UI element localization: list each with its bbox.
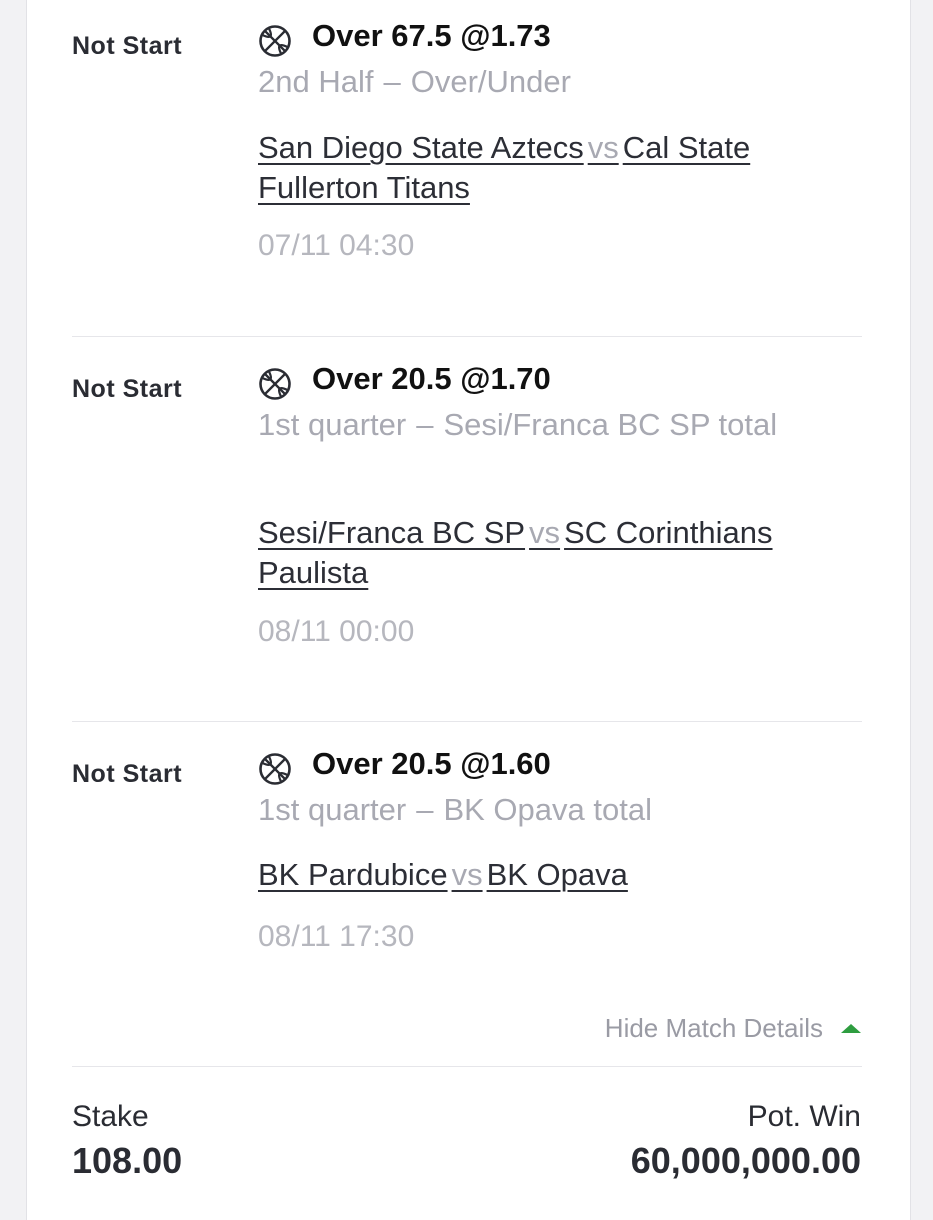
home-team-link[interactable]: Sesi/Franca BC SP	[258, 515, 525, 550]
pot-win-value: 60,000,000.00	[630, 1140, 861, 1181]
match-teams[interactable]: Sesi/Franca BC SP vs SC Corinthians Paulis…	[258, 513, 858, 593]
market-separator: –	[416, 792, 434, 827]
bet-market: 1st quarter – Sesi/Franca BC SP total	[258, 404, 858, 446]
home-team-link[interactable]: San Diego State Aztecs	[258, 130, 584, 165]
hide-match-details-label: Hide Match Details	[604, 1013, 823, 1043]
market-type: Over/Under	[410, 64, 571, 99]
vs-label: vs	[529, 515, 561, 550]
divider	[72, 336, 862, 337]
market-period: 1st quarter	[258, 407, 407, 442]
market-type: BK Opava total	[443, 792, 652, 827]
stake-value: 108.00	[72, 1140, 183, 1181]
vs-label: vs	[587, 130, 619, 165]
pot-win-label: Pot. Win	[747, 1100, 861, 1133]
stake-label: Stake	[72, 1100, 149, 1133]
bet-status: Not Start	[72, 32, 183, 60]
bet-status: Not Start	[72, 760, 183, 788]
away-team-link[interactable]: BK Opava	[487, 857, 628, 892]
match-teams[interactable]: BK Pardubice vs BK Opava	[258, 855, 858, 895]
divider	[72, 721, 862, 722]
basketball-icon	[259, 368, 291, 400]
bet-selection: Over 20.5 @1.60	[312, 746, 551, 781]
match-datetime: 07/11 04:30	[258, 229, 415, 262]
basketball-icon	[259, 753, 291, 785]
bet-selection: Over 67.5 @1.73	[312, 18, 551, 53]
hide-match-details-button[interactable]: Hide Match Details	[605, 1013, 861, 1044]
bet-selection: Over 20.5 @1.70	[312, 361, 551, 396]
chevron-up-icon	[841, 1024, 861, 1033]
market-period: 1st quarter	[258, 792, 407, 827]
divider	[72, 1066, 862, 1067]
basketball-icon	[259, 25, 291, 57]
vs-label: vs	[451, 857, 483, 892]
home-team-link[interactable]: BK Pardubice	[258, 857, 448, 892]
match-teams[interactable]: San Diego State Aztecs vs Cal State Fuller…	[258, 128, 858, 208]
market-type: Sesi/Franca BC SP total	[443, 407, 778, 442]
match-datetime: 08/11 00:00	[258, 615, 415, 648]
bet-market: 1st quarter – BK Opava total	[258, 789, 858, 831]
market-period: 2nd Half	[258, 64, 374, 99]
match-datetime: 08/11 17:30	[258, 920, 415, 953]
bet-market: 2nd Half – Over/Under	[258, 61, 858, 103]
market-separator: –	[416, 407, 434, 442]
bet-status: Not Start	[72, 375, 183, 403]
market-separator: –	[383, 64, 401, 99]
